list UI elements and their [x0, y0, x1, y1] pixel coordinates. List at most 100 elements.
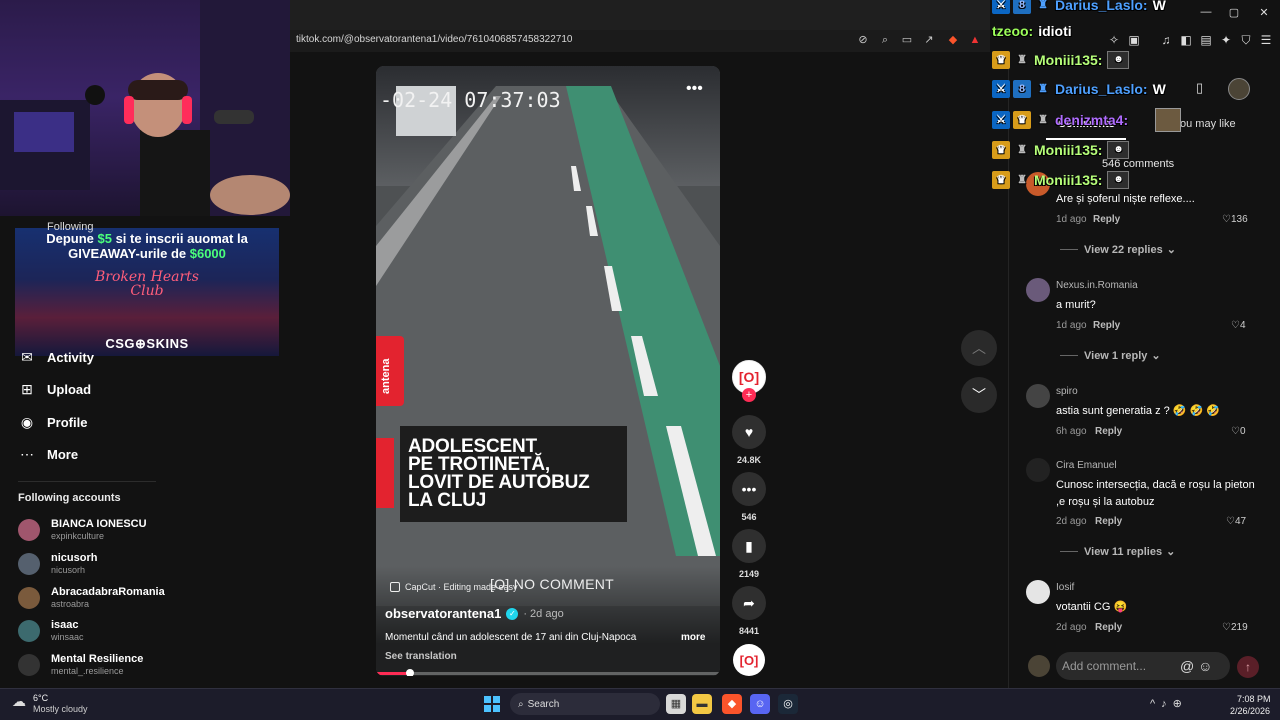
video-description: Momentul când un adolescent de 17 ani di… [385, 632, 637, 643]
avatar [18, 620, 40, 642]
account-item[interactable]: BIANCA IONESCU expinkculture [18, 515, 147, 545]
comment-time: 1d ago [1056, 214, 1087, 225]
nav-upload[interactable]: ⊞ Upload [18, 377, 91, 401]
file-explorer-icon[interactable]: ▬ [692, 694, 712, 714]
follow-plus-icon[interactable]: + [742, 388, 756, 402]
avatar[interactable] [1026, 580, 1050, 604]
reply-button[interactable]: Reply [1093, 214, 1120, 225]
view-replies-button[interactable]: View 1 reply ⌄ [1060, 349, 1161, 362]
avatar[interactable] [1026, 384, 1050, 408]
zoom-icon[interactable]: ⌕ [878, 33, 892, 47]
video-player[interactable]: -02-24 07:37:03 ••• antena ADOLESCENT PE… [376, 66, 720, 676]
weather-desc[interactable]: Mostly cloudy [33, 704, 88, 714]
comment-like-button[interactable]: ♡47 [1226, 516, 1246, 527]
previous-video-button[interactable]: ︿ [961, 330, 997, 366]
comment-username[interactable]: spiro [1056, 386, 1078, 397]
following-nav-partial[interactable]: Following [47, 221, 93, 233]
wallet-icon[interactable]: ▣ [1126, 33, 1142, 47]
phone-icon[interactable]: ▯ [1196, 80, 1203, 96]
profile-avatar-icon[interactable] [1228, 78, 1250, 100]
comment-username[interactable]: Cira Emanuel [1056, 460, 1117, 471]
minimize-icon[interactable]: — [1198, 6, 1214, 18]
music-icon[interactable]: ♫ [1158, 33, 1174, 47]
music-disc[interactable]: [O] [733, 644, 765, 676]
you-may-like-thumbnail[interactable] [1155, 108, 1181, 132]
account-item[interactable]: AbracadabraRomania astroabra [18, 583, 165, 613]
nav-activity[interactable]: ✉ Activity [18, 345, 94, 369]
comment-username[interactable]: Iosif [1056, 582, 1074, 593]
video-author[interactable]: observatorantena1 ✓ · 2d ago [385, 606, 564, 621]
like-button[interactable]: ♥ [732, 415, 766, 449]
comment-input-icons[interactable]: @ ☺ [1180, 658, 1212, 674]
more-icon: ⋯ [20, 445, 34, 462]
url-text[interactable]: tiktok.com/@observatorantena1/video/7610… [296, 34, 572, 45]
account-item[interactable]: isaac winsaac [18, 616, 84, 646]
view-replies-button[interactable]: View 22 replies ⌄ [1060, 243, 1176, 256]
more-button[interactable]: more [681, 632, 705, 643]
webcam-overlay [0, 0, 290, 216]
giveaway-banner[interactable]: Depune $5 si te inscrii auomat la GIVEAW… [15, 228, 279, 356]
progress-fill [376, 672, 411, 675]
emoji-icon[interactable]: ☺ [1198, 658, 1212, 674]
no-tracking-icon[interactable]: ⊘ [856, 33, 870, 47]
video-options-icon[interactable]: ••• [686, 80, 703, 98]
author-name[interactable]: observatorantena1 [385, 606, 501, 621]
save-button[interactable]: ▮ [732, 529, 766, 563]
sword-badge-icon: ⚔ [992, 0, 1010, 14]
menu-icon[interactable]: ☰ [1258, 33, 1274, 47]
comment-button[interactable]: ••• [732, 472, 766, 506]
task-view-icon[interactable]: ▦ [666, 694, 686, 714]
comment-username[interactable]: Nexus.in.Romania [1056, 280, 1138, 291]
comment-like-button[interactable]: ♡0 [1231, 426, 1246, 437]
video-progress-bar[interactable] [376, 669, 720, 676]
reply-button[interactable]: Reply [1095, 622, 1122, 633]
see-translation-link[interactable]: See translation [385, 651, 457, 662]
nav-profile[interactable]: ◉ Profile [18, 410, 88, 434]
save-count: 2149 [738, 569, 760, 579]
cast-icon[interactable]: ▭ [900, 33, 914, 47]
share-icon[interactable]: ↗ [922, 33, 936, 47]
avatar[interactable] [1026, 278, 1050, 302]
view-replies-button[interactable]: View 11 replies ⌄ [1060, 545, 1175, 558]
steam-icon[interactable]: ◎ [778, 694, 798, 714]
avatar[interactable] [1026, 458, 1050, 482]
mention-icon[interactable]: @ [1180, 658, 1194, 674]
windows-start-icon[interactable] [484, 696, 500, 712]
tab-you-may-like[interactable]: ou may like [1180, 118, 1236, 130]
comment-like-button[interactable]: ♡4 [1231, 320, 1246, 331]
maximize-icon[interactable]: ▢ [1226, 6, 1242, 19]
close-icon[interactable]: ✕ [1256, 6, 1272, 19]
account-item[interactable]: nicusorh nicusorh [18, 549, 97, 579]
post-comment-button[interactable]: ↑ [1237, 656, 1259, 678]
reply-button[interactable]: Reply [1093, 320, 1120, 331]
account-item[interactable]: Mental Resilience mental_.resilience [18, 650, 143, 680]
weather-cloud-icon[interactable]: ☁ [12, 693, 26, 710]
clock-time[interactable]: 7:08 PM [1237, 694, 1271, 704]
arrow-up-icon: ↑ [1245, 660, 1251, 674]
reply-button[interactable]: Reply [1095, 516, 1122, 527]
brave-rewards-icon[interactable]: ▲ [968, 33, 982, 47]
following-accounts-title: Following accounts [18, 492, 121, 504]
discord-icon[interactable]: ☺ [750, 694, 770, 714]
next-video-button[interactable]: ﹀ [961, 377, 997, 413]
wallet2-icon[interactable]: ▤ [1198, 33, 1214, 47]
clock-date[interactable]: 2/26/2026 [1230, 706, 1270, 716]
extensions-icon[interactable]: ✧ [1106, 33, 1122, 47]
system-tray-icons[interactable]: ^♪⊕ [1150, 697, 1188, 710]
channel-tab-label: antena [380, 358, 392, 394]
avatar [18, 654, 40, 676]
taskbar-search[interactable]: ⌕ Search [510, 693, 660, 715]
progress-handle[interactable] [406, 669, 415, 676]
brave-browser-icon[interactable]: ◆ [722, 694, 742, 714]
comment-like-button[interactable]: ♡219 [1222, 622, 1248, 633]
capcut-label[interactable]: CapCut · Editing made easy [390, 582, 518, 592]
reply-button[interactable]: Reply [1095, 426, 1122, 437]
leo-icon[interactable]: ✦ [1218, 33, 1234, 47]
vpn-icon[interactable]: ⛉ [1238, 33, 1254, 48]
nav-more[interactable]: ⋯ More [18, 442, 78, 466]
sidebar-icon[interactable]: ◧ [1178, 33, 1194, 47]
brave-shield-icon[interactable]: ◆ [946, 33, 960, 47]
comment-like-button[interactable]: ♡136 [1222, 214, 1248, 225]
share-button[interactable]: ➦ [732, 586, 766, 620]
weather-temp[interactable]: 6°C [33, 693, 48, 703]
